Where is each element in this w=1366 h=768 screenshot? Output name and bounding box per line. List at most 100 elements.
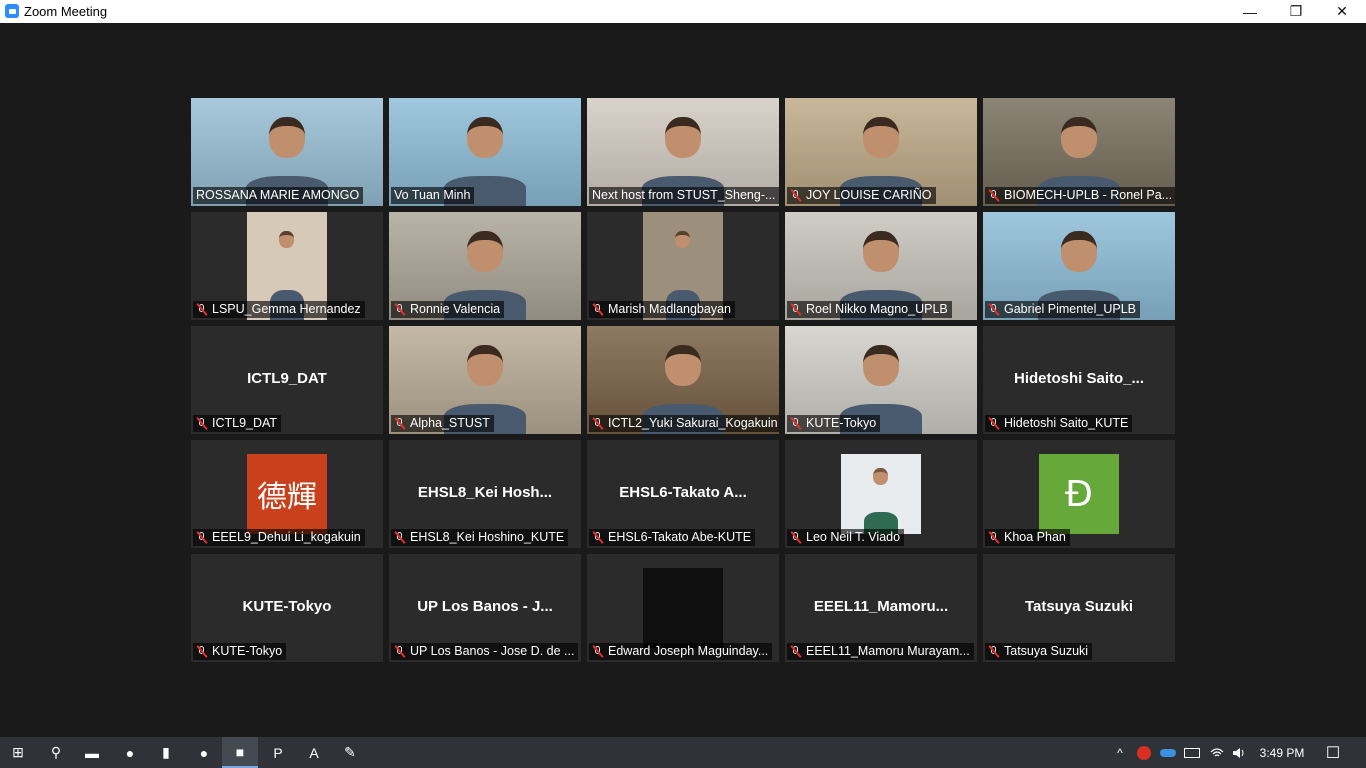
muted-microphone-icon <box>988 189 1000 202</box>
notification-center-icon[interactable]: ☐ <box>1318 737 1348 768</box>
windows-taskbar: ⊞ ⚲ ▬ ● ▮ ● ■ P A ✎ ^ 3:49 PM ☐ <box>0 737 1366 768</box>
person-head-shape <box>675 231 690 249</box>
participant-name-label: Gabriel Pimentel_UPLB <box>985 301 1141 318</box>
muted-microphone-icon <box>196 645 208 658</box>
person-head-shape <box>1061 117 1097 159</box>
participant-name: Ronnie Valencia <box>410 302 501 316</box>
participant-name: ROSSANA MARIE AMONGO <box>196 188 360 202</box>
muted-microphone-icon <box>592 531 604 544</box>
muted-microphone-icon <box>592 645 604 658</box>
participant-name: Khoa Phan <box>1004 530 1066 544</box>
chrome-alt-icon[interactable]: ● <box>186 737 222 768</box>
participant-tile[interactable]: Roel Nikko Magno_UPLB <box>785 212 977 320</box>
participant-avatar <box>643 568 723 648</box>
participant-name-label: Next host from STUST_Sheng-... <box>589 187 779 204</box>
zoom-icon[interactable]: ■ <box>222 737 258 768</box>
participant-name: EEEL9_Dehui Li_kogakuin <box>212 530 361 544</box>
participant-tile[interactable]: EHSL6-Takato A... EHSL6-Takato Abe-KUTE <box>587 440 779 548</box>
avatar-initials: Đ <box>1065 473 1093 515</box>
muted-microphone-icon <box>988 303 1000 316</box>
participant-name-label: Tatsuya Suzuki <box>985 643 1093 660</box>
participant-name: ICTL9_DAT <box>212 416 278 430</box>
person-head-shape <box>467 231 503 273</box>
participant-display-name: Tatsuya Suzuki <box>1024 598 1134 615</box>
powerpoint-icon[interactable]: P <box>260 737 296 768</box>
participant-display-name: ICTL9_DAT <box>247 370 327 387</box>
participant-name: EHSL8_Kei Hoshino_KUTE <box>410 530 565 544</box>
participant-tile[interactable]: Edward Joseph Maguinday... <box>587 554 779 662</box>
onedrive-icon[interactable] <box>1157 737 1179 768</box>
muted-microphone-icon <box>196 303 208 316</box>
participant-tile[interactable]: Hidetoshi Saito_... Hidetoshi Saito_KUTE <box>983 326 1175 434</box>
office-icon[interactable]: ▮ <box>148 737 184 768</box>
participant-tile[interactable]: Next host from STUST_Sheng-... <box>587 98 779 206</box>
participant-name: Edward Joseph Maguinday... <box>608 644 769 658</box>
participant-tile[interactable]: JOY LOUISE CARIÑO <box>785 98 977 206</box>
muted-microphone-icon <box>790 531 802 544</box>
avatar-initials: 德輝 <box>257 480 317 515</box>
participant-display-name: EHSL6-Takato A... <box>619 484 747 501</box>
participant-tile[interactable]: BIOMECH-UPLB - Ronel Pa... <box>983 98 1175 206</box>
clock[interactable]: 3:49 PM <box>1254 737 1310 768</box>
participant-tile[interactable]: Marish Madlangbayan <box>587 212 779 320</box>
gmail-tray-icon[interactable] <box>1134 737 1154 768</box>
volume-icon[interactable] <box>1229 737 1249 768</box>
participant-display-name: UP Los Banos - J... <box>417 598 553 615</box>
participant-name-label: LSPU_Gemma Hernandez <box>193 301 365 318</box>
close-button[interactable]: ✕ <box>1319 0 1365 23</box>
participant-display-name: Hidetoshi Saito_... <box>1013 370 1145 387</box>
participant-tile[interactable]: UP Los Banos - J... UP Los Banos - Jose D… <box>389 554 581 662</box>
participant-tile[interactable]: KUTE-Tokyo KUTE-Tokyo <box>191 554 383 662</box>
participant-name-label: KUTE-Tokyo <box>787 415 881 432</box>
participant-tile[interactable]: Leo Neil T. Viado <box>785 440 977 548</box>
chrome-icon[interactable]: ● <box>112 737 148 768</box>
participant-tile[interactable]: Vo Tuan Minh <box>389 98 581 206</box>
participant-tile[interactable]: EEEL11_Mamoru... EEEL11_Mamoru Murayam... <box>785 554 977 662</box>
participant-display-name: EHSL8_Kei Hosh... <box>417 484 553 501</box>
search-icon[interactable]: ⚲ <box>38 737 74 768</box>
participant-tile[interactable]: Ronnie Valencia <box>389 212 581 320</box>
participant-tile[interactable]: Gabriel Pimentel_UPLB <box>983 212 1175 320</box>
muted-microphone-icon <box>394 417 406 430</box>
muted-microphone-icon <box>988 417 1000 430</box>
participant-tile[interactable]: Đ Khoa Phan <box>983 440 1175 548</box>
muted-microphone-icon <box>592 303 604 316</box>
participant-tile[interactable]: LSPU_Gemma Hernandez <box>191 212 383 320</box>
participant-avatar <box>841 454 921 534</box>
participant-name-label: Vo Tuan Minh <box>391 187 475 204</box>
muted-microphone-icon <box>988 645 1000 658</box>
participant-name-label: Khoa Phan <box>985 529 1070 546</box>
zoom-app-icon <box>5 4 19 18</box>
paint-icon[interactable]: ✎ <box>332 737 368 768</box>
participant-tile[interactable]: EHSL8_Kei Hosh... EHSL8_Kei Hoshino_KUTE <box>389 440 581 548</box>
restore-button[interactable]: ❐ <box>1273 0 1319 23</box>
participant-tile[interactable]: Tatsuya Suzuki Tatsuya Suzuki <box>983 554 1175 662</box>
participant-tile[interactable]: KUTE-Tokyo <box>785 326 977 434</box>
participant-tile[interactable]: Alpha_STUST <box>389 326 581 434</box>
window-title: Zoom Meeting <box>24 4 108 19</box>
participant-name: KUTE-Tokyo <box>212 644 283 658</box>
participant-tile[interactable]: ROSSANA MARIE AMONGO <box>191 98 383 206</box>
participant-name-label: EHSL8_Kei Hoshino_KUTE <box>391 529 569 546</box>
minimize-button[interactable]: — <box>1227 0 1273 23</box>
person-head-shape <box>279 231 294 249</box>
show-hidden-icons-button[interactable]: ^ <box>1110 737 1130 768</box>
acrobat-icon[interactable]: A <box>296 737 332 768</box>
participant-tile[interactable]: 德輝 EEEL9_Dehui Li_kogakuin <box>191 440 383 548</box>
participant-name: Leo Neil T. Viado <box>806 530 901 544</box>
gallery-view: ROSSANA MARIE AMONGO Vo Tuan Minh Next hos… <box>0 23 1366 737</box>
participant-name-label: EEEL11_Mamoru Murayam... <box>787 643 974 660</box>
participant-name: Next host from STUST_Sheng-... <box>592 188 776 202</box>
person-head-shape <box>665 345 701 387</box>
participant-name: EEEL11_Mamoru Murayam... <box>806 644 970 658</box>
file-explorer-icon[interactable]: ▬ <box>74 737 110 768</box>
person-head-shape <box>863 117 899 159</box>
participant-name: JOY LOUISE CARIÑO <box>806 188 932 202</box>
participant-name-label: JOY LOUISE CARIÑO <box>787 187 936 204</box>
wifi-icon[interactable] <box>1207 737 1227 768</box>
battery-icon[interactable] <box>1182 737 1202 768</box>
participant-tile[interactable]: ICTL2_Yuki Sakurai_Kogakuin <box>587 326 779 434</box>
participant-tile[interactable]: ICTL9_DAT ICTL9_DAT <box>191 326 383 434</box>
participant-name: BIOMECH-UPLB - Ronel Pa... <box>1004 188 1173 202</box>
start-icon[interactable]: ⊞ <box>0 737 36 768</box>
